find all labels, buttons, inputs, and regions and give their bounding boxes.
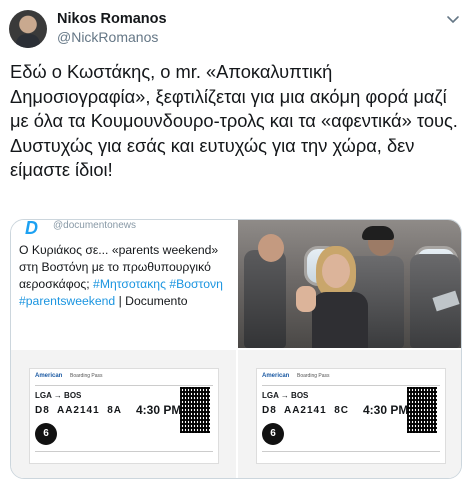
tweet: Nikos Romanos @NickRomanos Εδώ ο Κωστάκη… xyxy=(0,0,470,487)
avatar[interactable] xyxy=(9,10,47,48)
route: LGA → BOS xyxy=(262,391,309,400)
chevron-down-icon[interactable] xyxy=(446,12,460,26)
display-name[interactable]: Nikos Romanos xyxy=(57,11,167,27)
media-grid[interactable]: D @documentonews Ο Κυριάκος σε... «paren… xyxy=(10,219,462,479)
tweet-text: Εδώ ο Κωστάκης, ο mr. «Αποκαλυπτική Δημο… xyxy=(10,61,458,180)
passenger-hair xyxy=(362,226,394,240)
media-image-quoted-tweet[interactable]: D @documentonews Ο Κυριάκος σε... «paren… xyxy=(11,220,236,348)
boarding-time: 4:30 PM xyxy=(363,403,409,417)
boarding-time: 4:30 PM xyxy=(136,403,182,417)
airline-name: American xyxy=(35,373,63,379)
quoted-text: Ο Κυριάκος σε... «parents weekend» στη Β… xyxy=(19,242,229,310)
passenger-head xyxy=(258,234,284,262)
quoted-suffix: | Documento xyxy=(115,294,188,308)
route: LGA → BOS xyxy=(35,391,82,400)
group-number: 6 xyxy=(262,423,284,445)
pass-label: Boarding Pass xyxy=(297,373,330,379)
divider xyxy=(35,451,213,452)
divider xyxy=(35,385,213,386)
flight-number: AA2141 xyxy=(283,405,327,416)
divider xyxy=(262,451,440,452)
tweet-author[interactable]: Nikos Romanos @NickRomanos xyxy=(57,11,167,45)
pass-label: Boarding Pass xyxy=(70,373,103,379)
media-image-airplane-photo[interactable] xyxy=(238,220,461,348)
group-number: 6 xyxy=(35,423,57,445)
media-image-boarding-pass-2[interactable]: American Boarding Pass LGA → BOS D8 AA21… xyxy=(238,350,461,478)
airline-name: American xyxy=(262,373,290,379)
user-handle[interactable]: @NickRomanos xyxy=(57,29,167,45)
thumbs-up-hand xyxy=(296,286,316,312)
media-image-boarding-pass-1[interactable]: American Boarding Pass LGA → BOS D8 AA21… xyxy=(11,350,236,478)
seat-number: 8A xyxy=(107,405,123,416)
divider xyxy=(262,385,440,386)
flight-details: D8 AA2141 8A xyxy=(35,405,122,416)
barcode xyxy=(407,387,437,433)
flight-details: D8 AA2141 8C xyxy=(262,405,349,416)
gate: D8 xyxy=(262,405,277,416)
barcode xyxy=(180,387,210,433)
boarding-pass: American Boarding Pass LGA → BOS D8 AA21… xyxy=(29,368,219,464)
flight-number: AA2141 xyxy=(56,405,100,416)
boarding-pass: American Boarding Pass LGA → BOS D8 AA21… xyxy=(256,368,446,464)
seat xyxy=(244,250,286,348)
documento-logo: D xyxy=(25,220,38,238)
passenger-body xyxy=(312,292,368,348)
passenger-face xyxy=(322,254,350,288)
seat-number: 8C xyxy=(334,405,350,416)
gate: D8 xyxy=(35,405,50,416)
quoted-handle: @documentonews xyxy=(53,220,136,231)
